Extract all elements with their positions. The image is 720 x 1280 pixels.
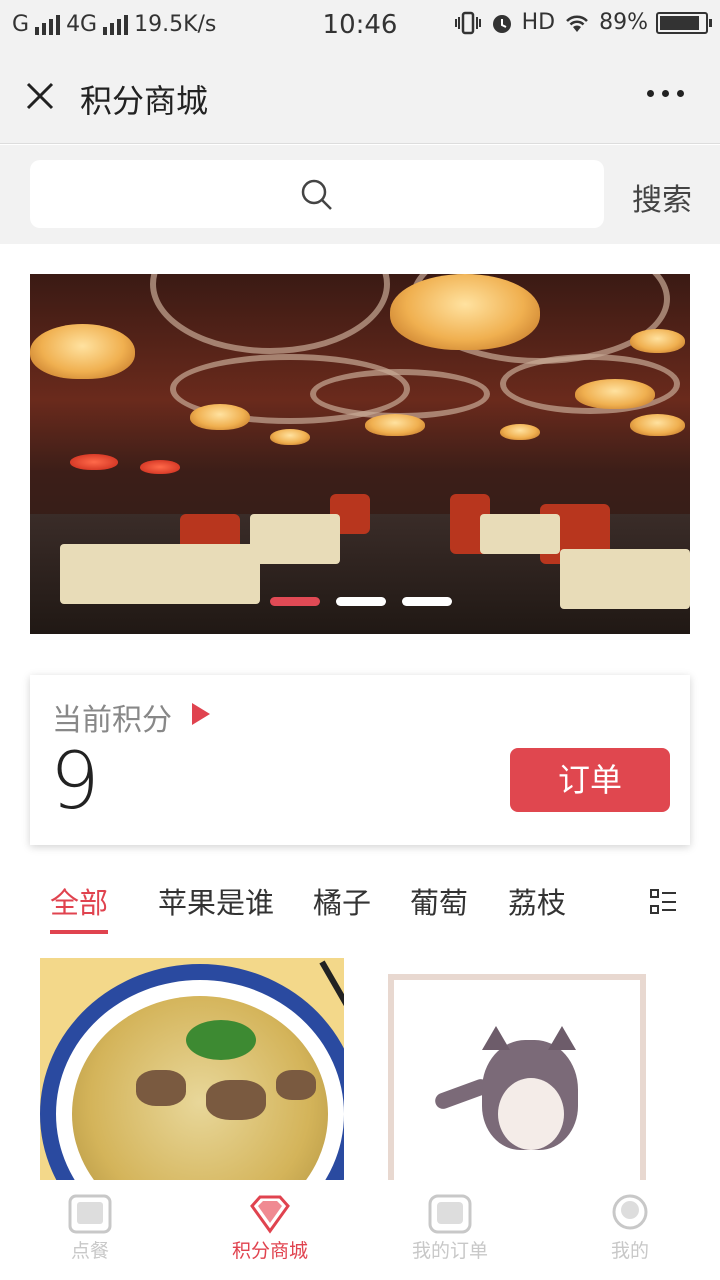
banner-carousel[interactable] [30,274,690,634]
search-input[interactable] [30,160,604,228]
lamp [630,414,685,436]
list-view-icon[interactable] [650,888,678,916]
carousel-indicators [270,597,452,606]
battery-icon [656,11,712,34]
lamp [500,424,540,440]
ceiling-ring [310,369,490,419]
nav-label: 我的 [610,1240,649,1262]
meat [206,1080,266,1120]
noodle-image [40,964,344,1180]
triangle-right-icon[interactable] [192,703,210,725]
tab-all[interactable]: 全部 [50,880,108,922]
lamp [190,404,250,430]
tab-underline [50,930,108,934]
table [250,514,340,564]
bottom-nav: 点餐 积分商城 我的订单 我的 [0,1180,720,1280]
meat [136,1070,186,1106]
points-label: 当前积分 [52,703,172,738]
nav-item-my-orders[interactable]: 我的订单 [360,1194,540,1263]
lamp [390,274,540,350]
alarm-icon [492,14,511,33]
status-right: HD 89% [454,10,712,35]
search-button[interactable]: 搜索 [632,175,692,219]
greens [186,1020,256,1060]
nav-label: 点餐 [70,1240,109,1262]
order-button[interactable]: 订单 [510,748,670,812]
hd-label: HD [521,10,556,35]
points-value: 9 [50,737,100,827]
ceiling-ring [150,274,390,354]
product-card[interactable] [40,958,344,1180]
tab-grape[interactable]: 葡萄 [410,880,468,922]
carousel-dot[interactable] [402,597,452,606]
search-icon [301,179,332,210]
carousel-dot[interactable] [270,597,320,606]
order-food-icon [68,1194,112,1234]
tab-apple[interactable]: 苹果是谁 [158,880,274,922]
orders-icon [428,1194,472,1234]
lamp [30,324,135,379]
lamp [70,454,118,470]
tab-orange[interactable]: 橘子 [313,880,371,922]
cat-ear [548,1026,576,1050]
lamp [630,329,685,353]
table [560,549,690,609]
lamp [270,429,310,445]
nav-item-order-food[interactable]: 点餐 [0,1194,180,1263]
profile-icon [612,1194,648,1230]
title-bar: 积分商城 [0,50,720,144]
points-card: 当前积分 9 订单 [30,675,690,845]
lamp [365,414,425,436]
cat-belly [498,1078,564,1150]
battery-percent: 89% [599,10,648,35]
carousel-dot[interactable] [336,597,386,606]
search-bar: 搜索 [0,145,720,244]
table [480,514,560,554]
cat-ear [482,1026,510,1050]
lamp [575,379,655,409]
close-icon[interactable] [22,78,58,114]
more-dots-icon[interactable] [647,90,684,97]
nav-label: 我的订单 [411,1240,488,1262]
table [60,544,260,604]
page-title: 积分商城 [80,82,209,120]
nav-item-points-mall[interactable]: 积分商城 [180,1194,360,1263]
wifi-icon [566,15,588,32]
product-card[interactable] [386,958,690,1180]
meat [276,1070,316,1100]
diamond-icon [250,1195,290,1234]
chopsticks [319,960,344,1016]
lamp [140,460,180,474]
nav-item-profile[interactable]: 我的 [540,1194,720,1263]
status-bar: G 4G 19.5K/s 10:46 HD 89% [0,0,720,50]
tab-lychee[interactable]: 荔枝 [508,880,566,922]
vibrate-icon [454,11,481,34]
category-tabs: 全部 苹果是谁 橘子 葡萄 荔枝 [0,872,720,938]
nav-label: 积分商城 [231,1240,308,1262]
